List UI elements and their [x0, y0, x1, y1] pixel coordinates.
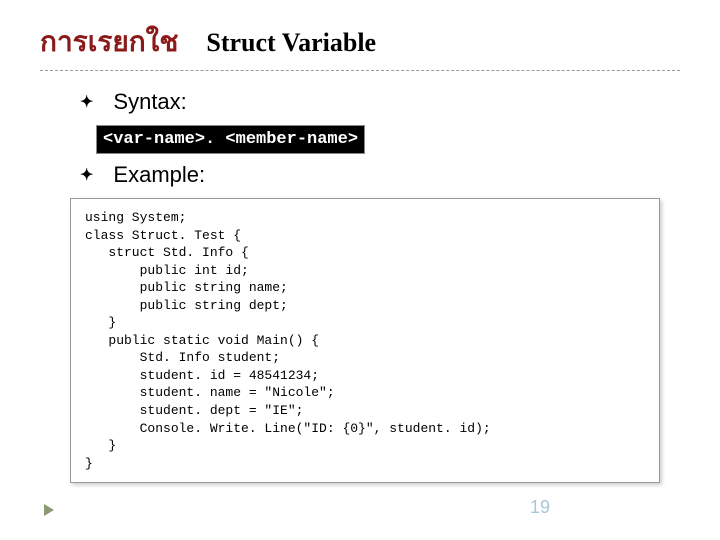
title-thai: การเรยกใช — [40, 20, 178, 64]
corner-triangle-icon — [44, 504, 54, 516]
code-text: using System; class Struct. Test { struc… — [85, 210, 491, 471]
code-example-box: using System; class Struct. Test { struc… — [70, 198, 660, 483]
bullet-example: ✦ Example: — [80, 162, 680, 188]
title-row: การเรยกใช Struct Variable — [40, 20, 680, 64]
bullet-syntax: ✦ Syntax: — [80, 89, 680, 115]
title-english: Struct Variable — [206, 28, 376, 58]
divider — [40, 70, 680, 71]
syntax-label: Syntax: — [113, 89, 186, 115]
syntax-text: <var-name>. <member-name> — [103, 130, 358, 149]
page-number: 19 — [530, 497, 550, 518]
bullet-icon: ✦ — [80, 165, 93, 185]
example-label: Example: — [113, 162, 205, 188]
bullet-icon: ✦ — [80, 92, 93, 112]
syntax-code-box: <var-name>. <member-name> — [96, 125, 365, 154]
slide: การเรยกใช Struct Variable ✦ Syntax: <var… — [0, 0, 720, 540]
